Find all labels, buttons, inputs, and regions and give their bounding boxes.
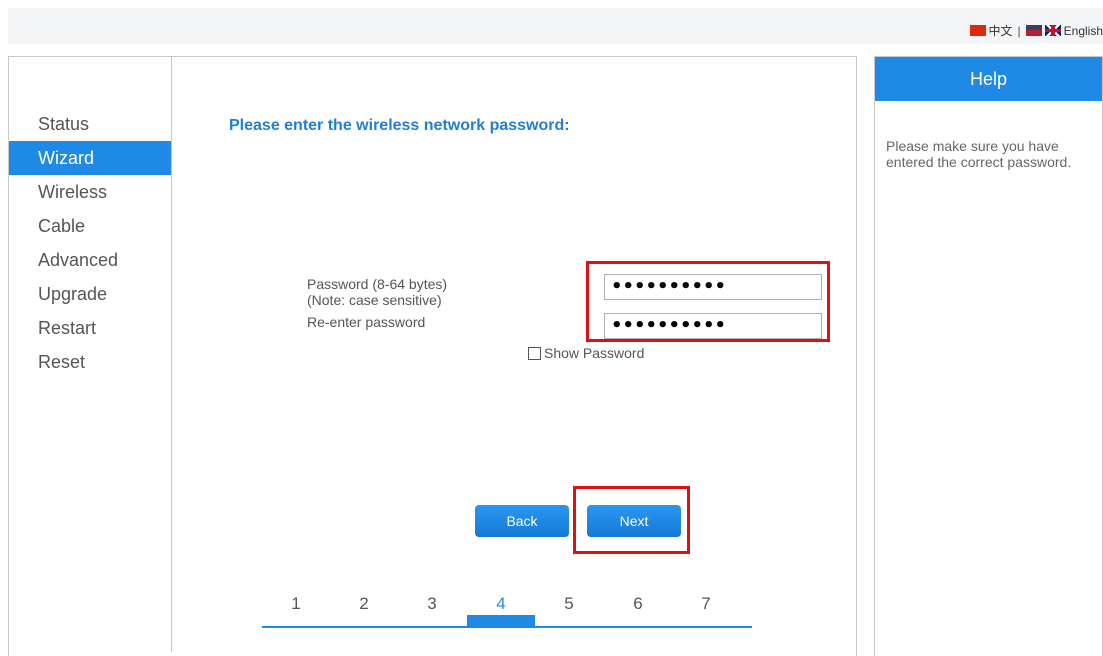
help-text: Please make sure you have entered the co…: [875, 101, 1101, 170]
next-button[interactable]: Next: [587, 505, 681, 537]
step-6: 6: [604, 594, 672, 614]
help-title: Help: [875, 57, 1102, 101]
language-separator: |: [1018, 24, 1021, 38]
password-input[interactable]: ••••••••••: [604, 274, 822, 300]
sidebar-item-upgrade[interactable]: Upgrade: [9, 277, 171, 311]
language-english-link[interactable]: English: [1064, 24, 1103, 38]
sidebar-item-status[interactable]: Status: [9, 107, 171, 141]
uk-flag-icon[interactable]: [1045, 25, 1061, 36]
step-2: 2: [330, 594, 398, 614]
language-chinese-link[interactable]: 中文: [989, 22, 1013, 39]
language-switcher: 中文 | English: [970, 22, 1103, 39]
help-panel: Help Please make sure you have entered t…: [874, 56, 1103, 656]
password-label: Password (8-64 bytes): [307, 276, 447, 292]
sidebar-item-advanced[interactable]: Advanced: [9, 243, 171, 277]
reenter-password-label: Re-enter password: [307, 314, 425, 330]
step-5: 5: [535, 594, 603, 614]
sidebar-nav: Status Wizard Wireless Cable Advanced Up…: [9, 107, 171, 379]
step-7: 7: [672, 594, 740, 614]
step-3: 3: [398, 594, 466, 614]
step-4-current: 4: [467, 594, 535, 614]
reenter-password-input[interactable]: ••••••••••: [604, 313, 822, 339]
wizard-steps: 1 2 3 4 5 6 7: [262, 590, 752, 630]
sidebar-item-cable[interactable]: Cable: [9, 209, 171, 243]
sidebar-item-restart[interactable]: Restart: [9, 311, 171, 345]
back-button[interactable]: Back: [475, 505, 569, 537]
us-flag-icon[interactable]: [1026, 25, 1042, 36]
sidebar-item-wizard[interactable]: Wizard: [9, 141, 171, 175]
show-password-checkbox[interactable]: [528, 347, 541, 360]
show-password-label[interactable]: Show Password: [544, 345, 644, 361]
sidebar: Status Wizard Wireless Cable Advanced Up…: [9, 57, 172, 652]
top-bar: 中文 | English: [8, 8, 1103, 44]
page-title: Please enter the wireless network passwo…: [229, 117, 570, 135]
password-note: (Note: case sensitive): [307, 292, 442, 308]
show-password-option[interactable]: Show Password: [528, 345, 644, 361]
sidebar-item-wireless[interactable]: Wireless: [9, 175, 171, 209]
step-1: 1: [262, 594, 330, 614]
steps-progress-line: [262, 626, 752, 628]
sidebar-item-reset[interactable]: Reset: [9, 345, 171, 379]
china-flag-icon[interactable]: [970, 25, 986, 36]
